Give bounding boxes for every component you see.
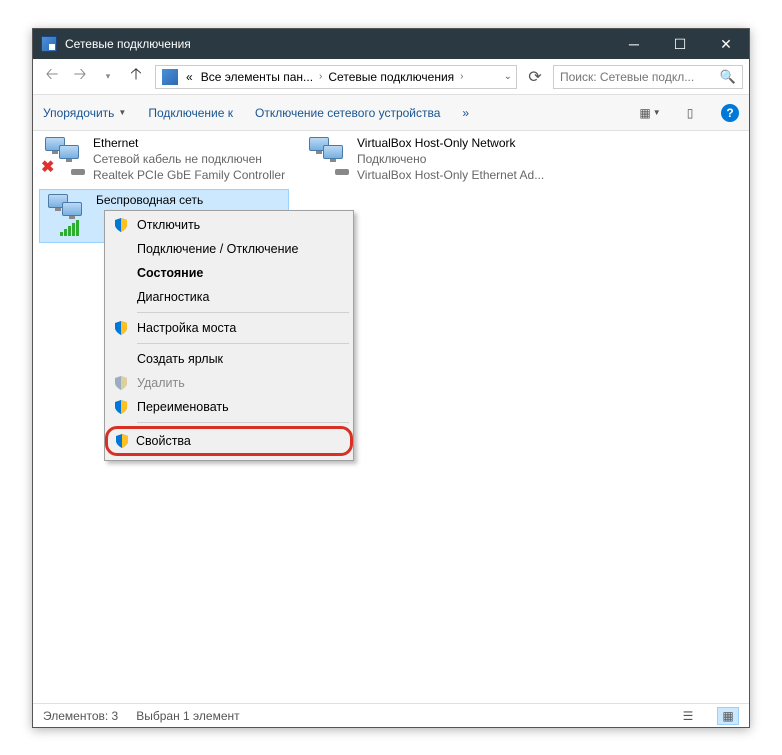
ctx-label: Отключить: [137, 218, 200, 232]
connect-to-button[interactable]: Подключение к: [146, 102, 235, 124]
ctx-label: Удалить: [137, 376, 185, 390]
forward-button[interactable]: 🡢: [67, 64, 93, 90]
ctx-properties[interactable]: Свойства: [105, 426, 353, 456]
back-button[interactable]: 🡠: [39, 64, 65, 90]
ctx-bridge[interactable]: Настройка моста: [107, 316, 351, 340]
signal-bars-icon: [60, 220, 79, 236]
icons-view-button[interactable]: ▦: [717, 707, 739, 725]
separator: [137, 343, 349, 344]
connection-ethernet[interactable]: ✖ Ethernet Сетевой кабель не подключен R…: [39, 135, 289, 184]
breadcrumb[interactable]: « Все элементы пан... › Сетевые подключе…: [155, 65, 517, 89]
preview-pane-button[interactable]: ▯: [679, 102, 701, 124]
breadcrumb-seg-1[interactable]: Все элементы пан...: [197, 70, 317, 84]
up-button[interactable]: 🡡: [123, 64, 149, 90]
minimize-button[interactable]: ─: [611, 29, 657, 59]
titlebar[interactable]: Сетевые подключения ─ ☐ ✕: [33, 29, 749, 59]
context-menu: Отключить Подключение / Отключение Состо…: [104, 210, 354, 461]
ctx-label: Переименовать: [137, 400, 229, 414]
ctx-label: Подключение / Отключение: [137, 242, 298, 256]
shield-icon: [114, 433, 130, 449]
ctx-label: Настройка моста: [137, 321, 236, 335]
ctx-label: Диагностика: [137, 290, 209, 304]
disconnected-x-icon: ✖: [41, 157, 54, 179]
shield-icon: [113, 375, 129, 391]
view-options-button[interactable]: ▦▼: [639, 102, 661, 124]
status-selection-count: Выбран 1 элемент: [136, 709, 239, 723]
connection-device: VirtualBox Host-Only Ethernet Ad...: [357, 167, 544, 183]
shield-icon: [113, 320, 129, 336]
help-icon: ?: [721, 104, 739, 122]
ctx-label: Создать ярлык: [137, 352, 223, 366]
wifi-icon: [42, 192, 90, 240]
connection-device: Realtek PCIe GbE Family Controller: [93, 167, 285, 183]
app-icon: [41, 36, 57, 52]
connection-name: VirtualBox Host-Only Network: [357, 135, 544, 151]
shield-icon: [113, 217, 129, 233]
refresh-button[interactable]: ⟳: [523, 65, 547, 89]
search-input[interactable]: [560, 70, 720, 84]
chevron-down-icon[interactable]: ⌄: [502, 71, 514, 82]
connect-to-label: Подключение к: [148, 106, 233, 120]
connection-status: Подключено: [357, 151, 544, 167]
organize-label: Упорядочить: [43, 106, 114, 120]
ctx-delete: Удалить: [107, 371, 351, 395]
connection-name: Ethernet: [93, 135, 285, 151]
ctx-disable[interactable]: Отключить: [107, 213, 351, 237]
close-button[interactable]: ✕: [703, 29, 749, 59]
ethernet-icon: ✖: [39, 135, 87, 183]
separator: [137, 422, 349, 423]
toolbar: Упорядочить ▼ Подключение к Отключение с…: [33, 95, 749, 131]
ctx-label: Свойства: [136, 434, 191, 448]
plug-icon: [71, 169, 85, 175]
help-button[interactable]: ?: [719, 102, 741, 124]
breadcrumb-seg-2[interactable]: Сетевые подключения: [324, 70, 458, 84]
toolbar-overflow[interactable]: »: [460, 102, 471, 124]
window-title: Сетевые подключения: [65, 37, 611, 51]
disable-device-button[interactable]: Отключение сетевого устройства: [253, 102, 442, 124]
network-icon: [303, 135, 351, 183]
chevron-down-icon: ▼: [118, 108, 126, 117]
separator: [137, 312, 349, 313]
ctx-create-shortcut[interactable]: Создать ярлык: [107, 347, 351, 371]
chevron-right-icon[interactable]: ›: [458, 71, 465, 82]
shield-icon: [113, 399, 129, 415]
organize-menu[interactable]: Упорядочить ▼: [41, 102, 128, 124]
maximize-button[interactable]: ☐: [657, 29, 703, 59]
ctx-diagnostics[interactable]: Диагностика: [107, 285, 351, 309]
address-bar: 🡠 🡢 ▾ 🡡 « Все элементы пан... › Сетевые …: [33, 59, 749, 95]
overflow-label: »: [462, 106, 469, 120]
ctx-label: Состояние: [137, 266, 203, 280]
breadcrumb-prefix: «: [182, 70, 197, 84]
connection-status: Сетевой кабель не подключен: [93, 151, 285, 167]
ctx-connect-disconnect[interactable]: Подключение / Отключение: [107, 237, 351, 261]
search-icon[interactable]: 🔍: [720, 69, 736, 85]
disable-device-label: Отключение сетевого устройства: [255, 106, 440, 120]
control-panel-icon: [162, 69, 178, 85]
connection-virtualbox[interactable]: VirtualBox Host-Only Network Подключено …: [303, 135, 553, 184]
plug-icon: [335, 169, 349, 175]
ctx-status[interactable]: Состояние: [107, 261, 351, 285]
status-element-count: Элементов: 3: [43, 709, 118, 723]
recent-dropdown[interactable]: ▾: [95, 64, 121, 90]
status-bar: Элементов: 3 Выбран 1 элемент ☰ ▦: [33, 703, 749, 727]
ctx-rename[interactable]: Переименовать: [107, 395, 351, 419]
search-box[interactable]: 🔍: [553, 65, 743, 89]
details-view-button[interactable]: ☰: [677, 707, 699, 725]
connection-name: Беспроводная сеть: [96, 192, 203, 208]
chevron-right-icon[interactable]: ›: [317, 71, 324, 82]
